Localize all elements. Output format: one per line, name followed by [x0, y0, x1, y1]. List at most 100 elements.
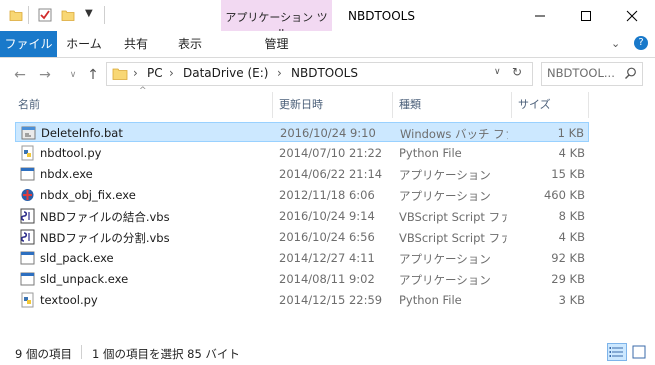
file-size: 8 KB [558, 209, 585, 223]
file-type: アプリケーション [399, 168, 491, 182]
tab-file[interactable]: ファイル [0, 31, 57, 57]
vbs-file-icon [20, 208, 35, 224]
sort-ascending-icon: ^ [139, 86, 147, 96]
tab-manage[interactable]: 管理 [221, 31, 332, 57]
column-header-size[interactable]: サイズ [518, 96, 551, 112]
qa-divider [28, 6, 29, 24]
file-type: Python File [399, 293, 462, 307]
file-name: NBDファイルの分割.vbs [40, 231, 170, 245]
folder-icon [112, 68, 128, 80]
maximize-icon [581, 10, 591, 21]
batch-file-icon [21, 126, 36, 140]
search-icon[interactable] [624, 67, 637, 80]
file-name: textool.py [40, 293, 98, 307]
file-name: nbdx_obj_fix.exe [40, 188, 136, 202]
file-size: 3 KB [558, 293, 585, 307]
file-type: アプリケーション [399, 252, 491, 266]
breadcrumb-separator: › [169, 66, 174, 80]
breadcrumb-separator: › [277, 66, 282, 80]
customize-qa-icon[interactable]: ▼ [85, 8, 93, 19]
close-button[interactable] [609, 0, 655, 31]
selection-info: 1 個の項目を選択 85 バイト [92, 347, 240, 361]
search-box[interactable]: NBDTOOL... [541, 62, 643, 86]
python-file-icon [21, 292, 34, 308]
python-file-icon [21, 145, 34, 161]
breadcrumb-separator: › [133, 66, 138, 80]
table-row[interactable]: NBDファイルの結合.vbs 2016/10/24 9:14 VBScript … [15, 206, 589, 226]
properties-icon[interactable] [38, 8, 52, 22]
tab-share[interactable]: 共有 [118, 31, 154, 57]
window-title: NBDTOOLS [348, 9, 415, 23]
table-row[interactable]: DeleteInfo.bat 2016/10/24 9:10 Windows バ… [15, 122, 589, 142]
file-type: アプリケーション [399, 189, 491, 203]
exe-file-icon [20, 251, 35, 265]
maximize-button[interactable] [563, 0, 609, 31]
file-name: nbdtool.py [40, 146, 102, 160]
table-row[interactable]: sld_unpack.exe 2014/08/11 9:02 アプリケーション … [15, 269, 589, 289]
refresh-icon[interactable]: ↻ [512, 65, 522, 79]
arrow-left-icon: ← [14, 67, 26, 83]
item-count: 9 個の項目 [15, 347, 72, 361]
recent-locations-button[interactable]: ∨ [62, 64, 84, 86]
file-name: NBDファイルの結合.vbs [40, 210, 170, 224]
address-dropdown-icon[interactable]: ∨ [494, 67, 501, 77]
chevron-down-icon[interactable]: ⌄ [611, 37, 620, 50]
status-divider [81, 345, 82, 359]
column-divider[interactable] [511, 92, 512, 118]
close-icon [626, 10, 638, 21]
address-bar[interactable]: › PC › DataDrive (E:) › NBDTOOLS ∨ ↻ [106, 62, 533, 86]
file-type: VBScript Script ファイル [399, 210, 507, 224]
column-divider[interactable] [272, 92, 273, 118]
file-date: 2012/11/18 6:06 [279, 188, 375, 202]
tab-view[interactable]: 表示 [172, 31, 208, 57]
qa-divider-2 [104, 6, 105, 24]
table-row[interactable]: nbdx.exe 2014/06/22 21:14 アプリケーション 15 KB [15, 164, 589, 184]
column-header-type[interactable]: 種類 [399, 96, 421, 112]
file-date: 2014/12/15 22:59 [279, 293, 383, 307]
breadcrumb-drive[interactable]: DataDrive (E:) [183, 66, 268, 80]
column-header-date[interactable]: 更新日時 [279, 96, 323, 112]
new-folder-icon[interactable] [61, 8, 75, 22]
chevron-down-icon: ∨ [69, 70, 77, 80]
vbs-file-icon [20, 229, 35, 245]
file-name: nbdx.exe [40, 167, 93, 181]
exe-file-icon [20, 167, 35, 181]
up-button[interactable]: ↑ [82, 64, 104, 86]
file-date: 2016/10/24 9:10 [280, 126, 376, 140]
help-icon[interactable]: ? [634, 36, 648, 50]
column-divider[interactable] [392, 92, 393, 118]
file-size: 15 KB [551, 167, 585, 181]
file-size: 4 KB [558, 146, 585, 160]
arrow-right-icon: → [39, 67, 51, 83]
file-size: 4 KB [558, 230, 585, 244]
minimize-button[interactable] [517, 0, 563, 31]
column-divider[interactable] [588, 92, 589, 118]
details-view-button[interactable] [607, 343, 627, 361]
table-row[interactable]: textool.py 2014/12/15 22:59 Python File … [15, 290, 589, 310]
column-header-name[interactable]: 名前 [18, 96, 40, 112]
file-name: sld_unpack.exe [40, 272, 129, 286]
file-name: sld_pack.exe [40, 251, 114, 265]
table-row[interactable]: nbdtool.py 2014/07/10 21:22 Python File … [15, 143, 589, 163]
back-button[interactable]: ← [9, 64, 31, 86]
search-input[interactable]: NBDTOOL... [547, 66, 615, 80]
table-row[interactable]: sld_pack.exe 2014/12/27 4:11 アプリケーション 92… [15, 248, 589, 268]
table-row[interactable]: NBDファイルの分割.vbs 2016/10/24 6:56 VBScript … [15, 227, 589, 247]
file-date: 2016/10/24 9:14 [279, 209, 375, 223]
breadcrumb-pc[interactable]: PC [147, 66, 163, 80]
folder-icon[interactable] [9, 8, 23, 22]
file-date: 2014/08/11 9:02 [279, 272, 375, 286]
file-type: Python File [399, 146, 462, 160]
forward-button[interactable]: → [34, 64, 56, 86]
table-row[interactable]: nbdx_obj_fix.exe 2012/11/18 6:06 アプリケーショ… [15, 185, 589, 205]
file-type: Windows バッチ ファイル [400, 127, 508, 141]
exe-file-icon [20, 272, 35, 286]
file-size: 92 KB [551, 251, 585, 265]
file-date: 2014/06/22 21:14 [279, 167, 383, 181]
file-date: 2014/12/27 4:11 [279, 251, 375, 265]
tab-home[interactable]: ホーム [62, 31, 106, 57]
breadcrumb-folder[interactable]: NBDTOOLS [291, 66, 358, 80]
large-icons-view-button[interactable] [629, 343, 649, 361]
minimize-icon [535, 15, 545, 16]
large-icons-view-icon [632, 345, 646, 359]
